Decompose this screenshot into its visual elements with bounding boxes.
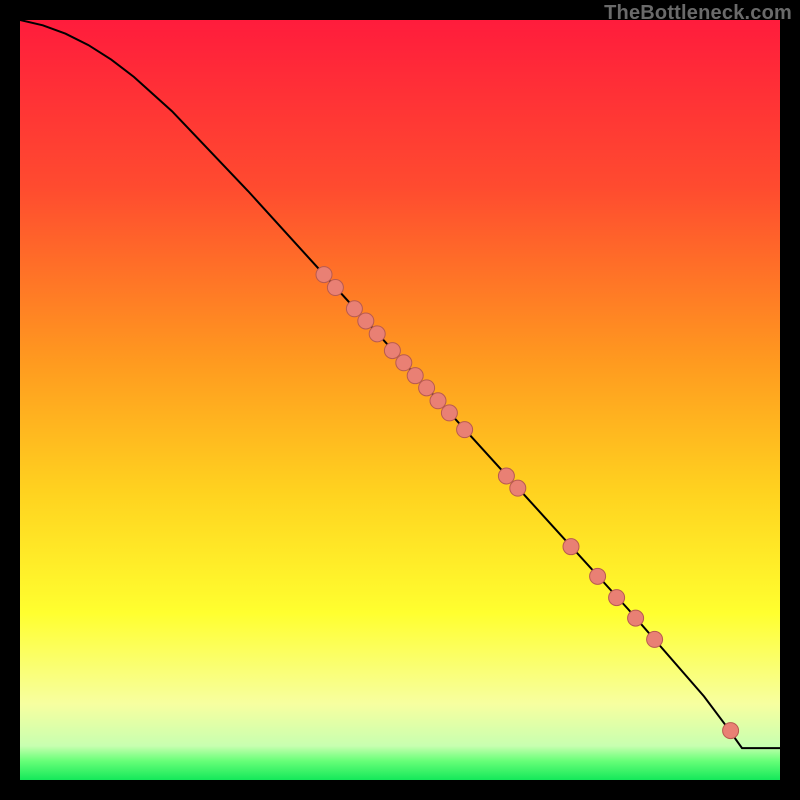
watermark-text: TheBottleneck.com [604, 2, 792, 25]
data-point [647, 631, 663, 647]
data-point [316, 267, 332, 283]
chart-stage: TheBottleneck.com [0, 0, 800, 800]
data-point [419, 380, 435, 396]
data-point [609, 590, 625, 606]
data-point [407, 368, 423, 384]
data-point [510, 480, 526, 496]
data-point [441, 405, 457, 421]
data-point [430, 393, 446, 409]
data-point [723, 723, 739, 739]
data-point [346, 301, 362, 317]
data-point [384, 343, 400, 359]
data-point [369, 326, 385, 342]
gradient-background [20, 20, 780, 780]
data-point [396, 355, 412, 371]
data-point [498, 468, 514, 484]
data-point [563, 539, 579, 555]
data-point [457, 422, 473, 438]
bottleneck-plot [20, 20, 780, 780]
data-point [327, 280, 343, 296]
data-point [628, 610, 644, 626]
data-point [590, 568, 606, 584]
data-point [358, 313, 374, 329]
